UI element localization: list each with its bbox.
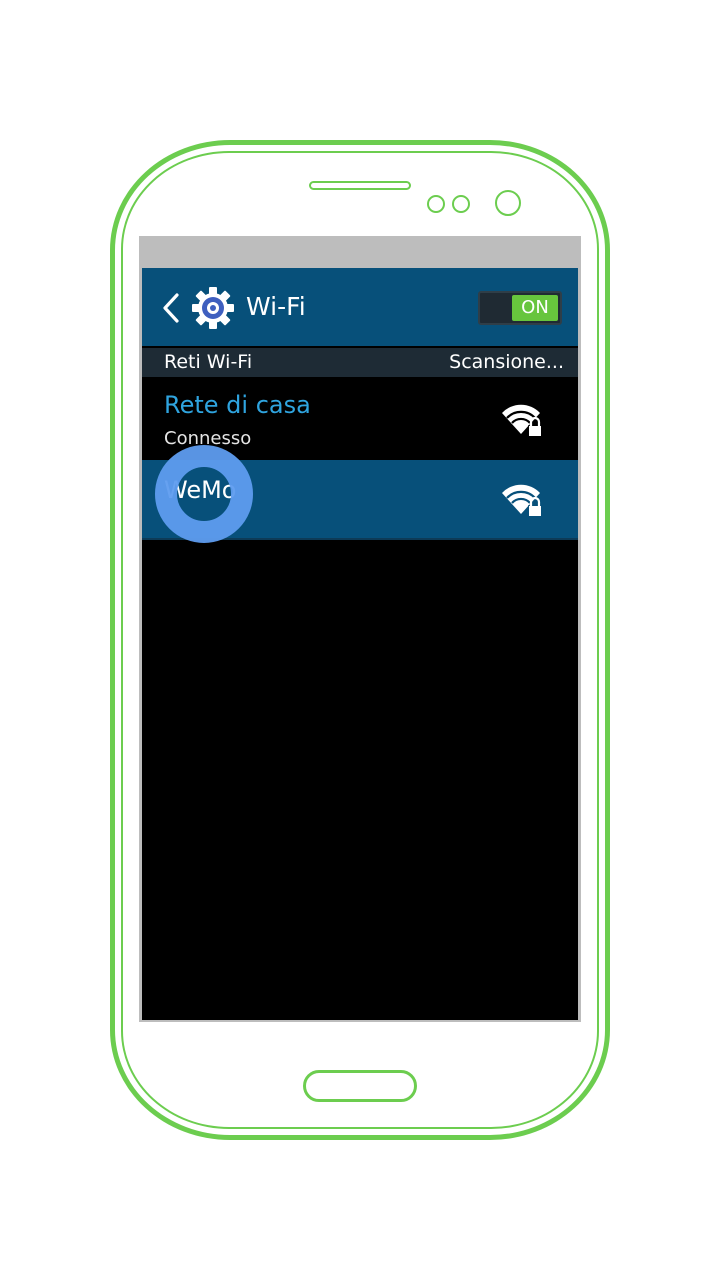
phone-camera (495, 190, 521, 216)
phone-sensor-left (427, 195, 445, 213)
tap-indicator (155, 445, 253, 543)
phone-screen: Wi-Fi ON Reti Wi-Fi Scansione... Rete di… (139, 236, 581, 1022)
scan-button[interactable]: Scansione... (449, 348, 564, 377)
home-button[interactable] (303, 1070, 417, 1102)
action-bar: Wi-Fi ON (142, 268, 578, 346)
status-bar (139, 236, 581, 268)
gear-icon (192, 287, 234, 329)
network-name: Rete di casa (164, 391, 311, 419)
wifi-settings-app: Wi-Fi ON Reti Wi-Fi Scansione... Rete di… (142, 268, 578, 1020)
wifi-secured-icon (502, 404, 542, 437)
chevron-left-icon[interactable] (162, 292, 180, 324)
toggle-on-label: ON (512, 295, 558, 321)
section-title: Reti Wi-Fi (164, 351, 253, 373)
phone-sensor-right (452, 195, 470, 213)
page-title: Wi-Fi (246, 292, 306, 321)
wifi-secured-icon (502, 484, 542, 517)
wifi-toggle[interactable]: ON (478, 291, 562, 325)
networks-section-header: Reti Wi-Fi Scansione... (142, 348, 578, 377)
phone-speaker (309, 181, 411, 190)
